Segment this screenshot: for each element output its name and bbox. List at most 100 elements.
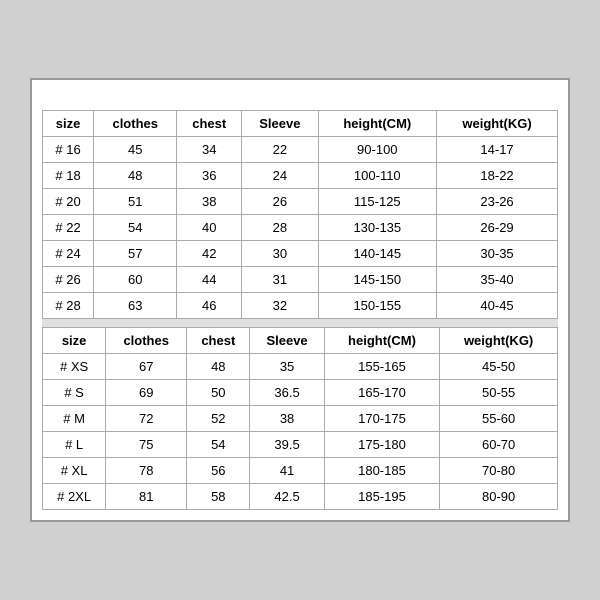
- cell-s2-r2-c2: 52: [187, 406, 250, 432]
- size-table-section1: sizeclotheschestSleeveheight(CM)weight(K…: [42, 110, 558, 319]
- cell-s2-r3-c3: 39.5: [250, 432, 324, 458]
- size-table-section2: sizeclotheschestSleeveheight(CM)weight(K…: [42, 327, 558, 510]
- cell-s2-r1-c3: 36.5: [250, 380, 324, 406]
- cell-s2-r5-c3: 42.5: [250, 484, 324, 510]
- cell-s1-r0-c0: # 16: [43, 137, 94, 163]
- cell-s2-r5-c1: 81: [106, 484, 187, 510]
- cell-s1-r0-c4: 90-100: [318, 137, 437, 163]
- cell-s2-r1-c4: 165-170: [324, 380, 439, 406]
- cell-s1-r1-c3: 24: [242, 163, 318, 189]
- col-header-1: clothes: [94, 111, 177, 137]
- cell-s2-r0-c0: # XS: [43, 354, 106, 380]
- col-header-3: Sleeve: [250, 328, 324, 354]
- cell-s1-r3-c3: 28: [242, 215, 318, 241]
- cell-s1-r2-c1: 51: [94, 189, 177, 215]
- table-row: # XL785641180-18570-80: [43, 458, 558, 484]
- cell-s2-r0-c1: 67: [106, 354, 187, 380]
- cell-s2-r0-c4: 155-165: [324, 354, 439, 380]
- cell-s1-r4-c0: # 24: [43, 241, 94, 267]
- cell-s1-r5-c1: 60: [94, 267, 177, 293]
- cell-s2-r0-c3: 35: [250, 354, 324, 380]
- cell-s1-r3-c0: # 22: [43, 215, 94, 241]
- cell-s2-r4-c0: # XL: [43, 458, 106, 484]
- cell-s2-r2-c3: 38: [250, 406, 324, 432]
- cell-s2-r5-c2: 58: [187, 484, 250, 510]
- cell-s1-r6-c3: 32: [242, 293, 318, 319]
- cell-s1-r3-c4: 130-135: [318, 215, 437, 241]
- cell-s2-r4-c1: 78: [106, 458, 187, 484]
- cell-s1-r2-c2: 38: [177, 189, 242, 215]
- cell-s1-r4-c1: 57: [94, 241, 177, 267]
- table-row: # 24574230140-14530-35: [43, 241, 558, 267]
- table-body-1: # 1645342290-10014-17# 18483624100-11018…: [43, 137, 558, 319]
- cell-s2-r2-c1: 72: [106, 406, 187, 432]
- col-header-4: height(CM): [324, 328, 439, 354]
- cell-s2-r3-c2: 54: [187, 432, 250, 458]
- cell-s2-r2-c5: 55-60: [440, 406, 558, 432]
- table-row: # 1645342290-10014-17: [43, 137, 558, 163]
- cell-s2-r0-c2: 48: [187, 354, 250, 380]
- cell-s1-r6-c5: 40-45: [437, 293, 558, 319]
- cell-s1-r4-c2: 42: [177, 241, 242, 267]
- cell-s2-r1-c2: 50: [187, 380, 250, 406]
- chart-title: [42, 90, 558, 110]
- table-header-2: sizeclotheschestSleeveheight(CM)weight(K…: [43, 328, 558, 354]
- col-header-0: size: [43, 328, 106, 354]
- table-row: # S695036.5165-17050-55: [43, 380, 558, 406]
- cell-s1-r1-c2: 36: [177, 163, 242, 189]
- cell-s2-r2-c0: # M: [43, 406, 106, 432]
- col-header-2: chest: [187, 328, 250, 354]
- cell-s1-r5-c0: # 26: [43, 267, 94, 293]
- cell-s1-r2-c5: 23-26: [437, 189, 558, 215]
- table-row: # M725238170-17555-60: [43, 406, 558, 432]
- section-divider: [42, 319, 558, 327]
- cell-s1-r6-c0: # 28: [43, 293, 94, 319]
- table-row: # XS674835155-16545-50: [43, 354, 558, 380]
- cell-s1-r3-c5: 26-29: [437, 215, 558, 241]
- cell-s1-r2-c3: 26: [242, 189, 318, 215]
- cell-s2-r3-c4: 175-180: [324, 432, 439, 458]
- table-row: # L755439.5175-18060-70: [43, 432, 558, 458]
- cell-s1-r4-c5: 30-35: [437, 241, 558, 267]
- header-row-1: sizeclotheschestSleeveheight(CM)weight(K…: [43, 111, 558, 137]
- cell-s2-r5-c4: 185-195: [324, 484, 439, 510]
- size-chart-card: sizeclotheschestSleeveheight(CM)weight(K…: [30, 78, 570, 522]
- cell-s1-r0-c2: 34: [177, 137, 242, 163]
- cell-s1-r1-c5: 18-22: [437, 163, 558, 189]
- cell-s1-r4-c3: 30: [242, 241, 318, 267]
- cell-s2-r1-c1: 69: [106, 380, 187, 406]
- cell-s1-r5-c5: 35-40: [437, 267, 558, 293]
- cell-s2-r1-c0: # S: [43, 380, 106, 406]
- table-row: # 26604431145-15035-40: [43, 267, 558, 293]
- cell-s2-r0-c5: 45-50: [440, 354, 558, 380]
- cell-s1-r5-c2: 44: [177, 267, 242, 293]
- table-row: # 18483624100-11018-22: [43, 163, 558, 189]
- cell-s1-r1-c1: 48: [94, 163, 177, 189]
- cell-s2-r4-c4: 180-185: [324, 458, 439, 484]
- cell-s1-r3-c1: 54: [94, 215, 177, 241]
- table-header-1: sizeclotheschestSleeveheight(CM)weight(K…: [43, 111, 558, 137]
- cell-s1-r6-c2: 46: [177, 293, 242, 319]
- cell-s1-r1-c0: # 18: [43, 163, 94, 189]
- cell-s2-r5-c5: 80-90: [440, 484, 558, 510]
- table-row: # 20513826115-12523-26: [43, 189, 558, 215]
- col-header-3: Sleeve: [242, 111, 318, 137]
- cell-s1-r0-c5: 14-17: [437, 137, 558, 163]
- cell-s1-r0-c3: 22: [242, 137, 318, 163]
- cell-s2-r4-c5: 70-80: [440, 458, 558, 484]
- table-row: # 2XL815842.5185-19580-90: [43, 484, 558, 510]
- cell-s1-r5-c4: 145-150: [318, 267, 437, 293]
- cell-s2-r5-c0: # 2XL: [43, 484, 106, 510]
- col-header-4: height(CM): [318, 111, 437, 137]
- cell-s1-r1-c4: 100-110: [318, 163, 437, 189]
- table-body-2: # XS674835155-16545-50# S695036.5165-170…: [43, 354, 558, 510]
- cell-s1-r2-c4: 115-125: [318, 189, 437, 215]
- table-row: # 22544028130-13526-29: [43, 215, 558, 241]
- cell-s1-r3-c2: 40: [177, 215, 242, 241]
- col-header-2: chest: [177, 111, 242, 137]
- table-row: # 28634632150-15540-45: [43, 293, 558, 319]
- header-row-2: sizeclotheschestSleeveheight(CM)weight(K…: [43, 328, 558, 354]
- cell-s1-r2-c0: # 20: [43, 189, 94, 215]
- cell-s1-r6-c1: 63: [94, 293, 177, 319]
- cell-s1-r6-c4: 150-155: [318, 293, 437, 319]
